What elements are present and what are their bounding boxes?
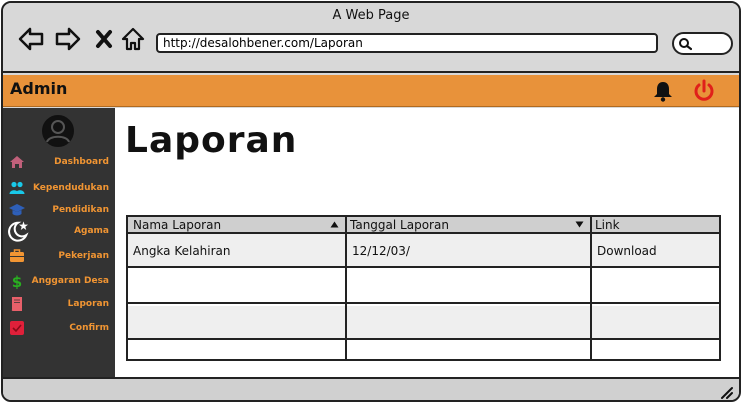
- table-row: [128, 342, 719, 359]
- home-icon: [10, 156, 24, 168]
- table-row: [128, 306, 719, 340]
- sidebar-item-dashboard[interactable]: Dashboard: [3, 153, 115, 173]
- column-header-nama-laporan[interactable]: Nama Laporan: [128, 217, 345, 234]
- search-icon: [679, 38, 692, 51]
- sidebar-item-label: Agama: [74, 226, 109, 236]
- column-header-label: Nama Laporan: [133, 218, 222, 232]
- cell-link: [592, 270, 719, 302]
- power-icon[interactable]: [691, 78, 717, 104]
- sidebar-item-pekerjaan[interactable]: Pekerjaan: [3, 247, 115, 267]
- graduation-cap-icon: [9, 204, 25, 216]
- column-header-label: Tanggal Laporan: [350, 218, 449, 232]
- table-header: Nama Laporan Tanggal Laporan Link: [128, 217, 719, 234]
- dollar-icon: $: [12, 273, 22, 289]
- cell-link: [592, 306, 719, 338]
- cell-nama-laporan: Angka Kelahiran: [133, 244, 231, 258]
- main-content: Laporan Nama Laporan Tanggal Laporan Lin…: [115, 108, 739, 379]
- address-url: http://desalohbener.com/Laporan: [163, 36, 363, 50]
- sidebar-item-anggaran-desa[interactable]: $ Anggaran Desa: [3, 272, 115, 292]
- cell-nama-laporan: [128, 342, 345, 362]
- column-header-tanggal-laporan[interactable]: Tanggal Laporan: [345, 217, 590, 234]
- back-arrow-icon[interactable]: [17, 25, 45, 53]
- address-bar[interactable]: http://desalohbener.com/Laporan: [156, 33, 658, 53]
- sort-descending-icon[interactable]: [575, 221, 584, 228]
- sidebar-item-confirm[interactable]: Confirm: [3, 319, 115, 339]
- brand-label: Admin: [10, 79, 68, 98]
- search-box[interactable]: [672, 32, 733, 55]
- cell-tanggal-laporan: [347, 306, 590, 338]
- top-bar: Admin: [3, 75, 739, 107]
- check-square-icon: [10, 321, 24, 335]
- window-title: A Web Page: [332, 8, 410, 23]
- bell-icon[interactable]: [651, 79, 675, 103]
- cell-nama-laporan: [128, 306, 345, 338]
- close-icon[interactable]: [90, 25, 118, 53]
- book-icon: [11, 297, 22, 311]
- column-divider: [345, 217, 347, 359]
- sidebar-item-agama[interactable]: Agama: [3, 221, 115, 242]
- svg-text:$: $: [12, 273, 22, 289]
- browser-titlebar: A Web Page http://desalohbener.com/Lapor…: [3, 3, 739, 73]
- moon-star-icon: [8, 221, 29, 242]
- report-table: Nama Laporan Tanggal Laporan Link Angka …: [126, 215, 721, 361]
- sidebar-item-kependudukan[interactable]: Kependudukan: [3, 179, 115, 199]
- page-title: Laporan: [125, 120, 298, 161]
- column-header-label: Link: [595, 218, 620, 232]
- table-row[interactable]: Angka Kelahiran 12/12/03/ Download: [128, 234, 719, 268]
- avatar-icon: [42, 115, 74, 147]
- cell-nama-laporan: [128, 270, 345, 302]
- sort-ascending-icon[interactable]: [330, 221, 339, 228]
- download-link[interactable]: Download: [592, 234, 719, 266]
- sidebar-item-label: Dashboard: [54, 157, 109, 167]
- status-bar: [3, 377, 739, 400]
- sidebar-item-label: Pendidikan: [52, 205, 109, 215]
- forward-arrow-icon[interactable]: [54, 25, 82, 53]
- sidebar-item-label: Anggaran Desa: [31, 276, 109, 286]
- browser-window: A Web Page http://desalohbener.com/Lapor…: [1, 1, 741, 402]
- cell-link: [592, 342, 719, 362]
- sidebar-item-label: Laporan: [67, 299, 109, 309]
- cell-tanggal-laporan: [347, 270, 590, 302]
- column-header-link[interactable]: Link: [590, 217, 719, 234]
- resize-grip-icon[interactable]: [719, 385, 733, 399]
- sidebar-item-label: Confirm: [69, 323, 109, 333]
- sidebar-item-label: Pekerjaan: [58, 251, 109, 261]
- table-row: [128, 270, 719, 304]
- column-divider: [590, 217, 592, 359]
- sidebar: Dashboard Kependudukan Pendidikan Agama …: [3, 108, 115, 379]
- sidebar-item-label: Kependudukan: [32, 183, 109, 193]
- briefcase-icon: [10, 249, 24, 262]
- sidebar-item-pendidikan[interactable]: Pendidikan: [3, 201, 115, 221]
- cell-tanggal-laporan: 12/12/03/: [352, 244, 410, 258]
- cell-tanggal-laporan: [347, 342, 590, 362]
- sidebar-item-laporan[interactable]: Laporan: [3, 295, 115, 315]
- users-icon: [9, 181, 25, 194]
- home-icon[interactable]: [119, 25, 147, 53]
